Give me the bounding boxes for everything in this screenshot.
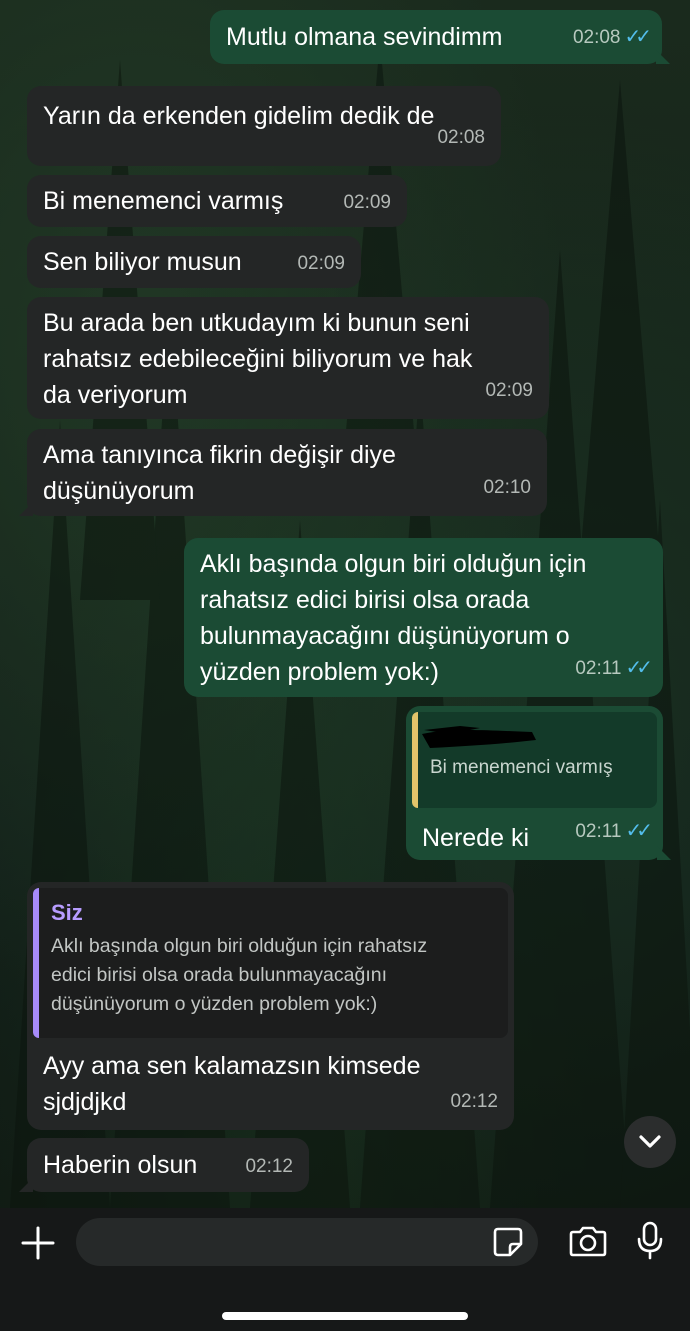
message-outgoing-reply[interactable]: Bi menemenci varmış Nerede ki 02:11 ✓✓ — [406, 706, 671, 860]
quote-bar — [412, 712, 418, 808]
message-time: 02:12 — [450, 1091, 498, 1112]
message-outgoing[interactable]: Mutlu olmana sevindimm 02:08 ✓✓ — [210, 10, 670, 64]
message-line: Bu arada ben utkudayım ki bunun seni — [43, 309, 470, 337]
message-incoming[interactable]: Bu arada ben utkudayım ki bunun seni rah… — [27, 297, 549, 419]
message-incoming[interactable]: Haberin olsun 02:12 — [19, 1138, 309, 1192]
quoted-line: edici birisi olsa orada bulunmayacağını — [51, 964, 388, 986]
message-incoming-reply[interactable]: Siz Aklı başında olgun biri olduğun için… — [27, 882, 514, 1130]
message-time: 02:09 — [297, 253, 345, 274]
message-line: da veriyorum — [43, 381, 188, 409]
scroll-to-bottom-button[interactable] — [624, 1116, 676, 1168]
message-outgoing[interactable]: Aklı başında olgun biri olduğun için rah… — [184, 538, 663, 697]
message-line: düşünüyorum — [43, 477, 195, 505]
message-time: 02:09 — [343, 192, 391, 213]
quote-bar — [33, 888, 39, 1038]
message-text: Sen biliyor musun — [43, 248, 242, 276]
read-receipt-icon: ✓✓ — [625, 820, 652, 842]
message-text: Haberin olsun — [43, 1151, 198, 1179]
message-time: 02:08 — [437, 127, 485, 148]
message-text: Yarın da erkenden gidelim dedik de — [43, 102, 435, 130]
message-incoming[interactable]: Sen biliyor musun 02:09 — [27, 236, 361, 288]
quote-author: Siz — [51, 900, 83, 925]
redacted-author-name — [422, 726, 536, 748]
quoted-line: Aklı başında olgun biri olduğun için rah… — [51, 935, 428, 957]
message-line: sjdjdjkd — [43, 1088, 127, 1116]
message-time: 02:11 — [575, 658, 622, 679]
message-time: 02:10 — [483, 477, 531, 498]
message-line: rahatsız edici birisi olsa orada — [200, 586, 530, 614]
message-incoming[interactable]: Bi menemenci varmış 02:09 — [27, 175, 407, 227]
message-incoming[interactable]: Ama tanıyınca fikrin değişir diye düşünü… — [19, 429, 547, 516]
chevron-down-icon — [639, 1135, 661, 1148]
message-text: Mutlu olmana sevindimm — [226, 23, 503, 51]
message-text: Bi menemenci varmış — [43, 187, 284, 215]
microphone-icon[interactable] — [635, 1220, 665, 1260]
message-time: 02:12 — [245, 1156, 293, 1177]
message-line: Ayy ama sen kalamazsın kimsede — [43, 1052, 421, 1080]
read-receipt-icon: ✓✓ — [624, 26, 651, 48]
message-time: 02:08 — [572, 27, 621, 48]
message-line: bulunmayacağını düşünüyorum o — [200, 622, 570, 650]
read-receipt-icon: ✓✓ — [625, 657, 652, 679]
composer-bar — [0, 1208, 690, 1331]
quoted-message[interactable]: Bi menemenci varmış — [412, 712, 657, 808]
sticker-icon[interactable] — [492, 1226, 524, 1258]
message-incoming[interactable]: Yarın da erkenden gidelim dedik de 02:08 — [27, 86, 501, 166]
home-indicator[interactable] — [222, 1312, 468, 1320]
message-time: 02:09 — [485, 380, 533, 401]
quoted-line: düşünüyorum o yüzden problem yok:) — [51, 993, 378, 1015]
message-line: rahatsız edebileceğini biliyorum ve hak — [43, 345, 473, 373]
plus-icon[interactable] — [20, 1225, 56, 1261]
message-input[interactable] — [76, 1218, 538, 1266]
quoted-message[interactable]: Siz Aklı başında olgun biri olduğun için… — [33, 888, 508, 1038]
message-line: Aklı başında olgun biri olduğun için — [200, 550, 587, 578]
camera-icon[interactable] — [567, 1225, 609, 1259]
chat-messages[interactable]: Mutlu olmana sevindimm 02:08 ✓✓ Yarın da … — [0, 0, 690, 1208]
quoted-text: Bi menemenci varmış — [430, 757, 613, 778]
message-line: Ama tanıyınca fikrin değişir diye — [43, 441, 396, 469]
message-time: 02:11 — [575, 821, 622, 842]
